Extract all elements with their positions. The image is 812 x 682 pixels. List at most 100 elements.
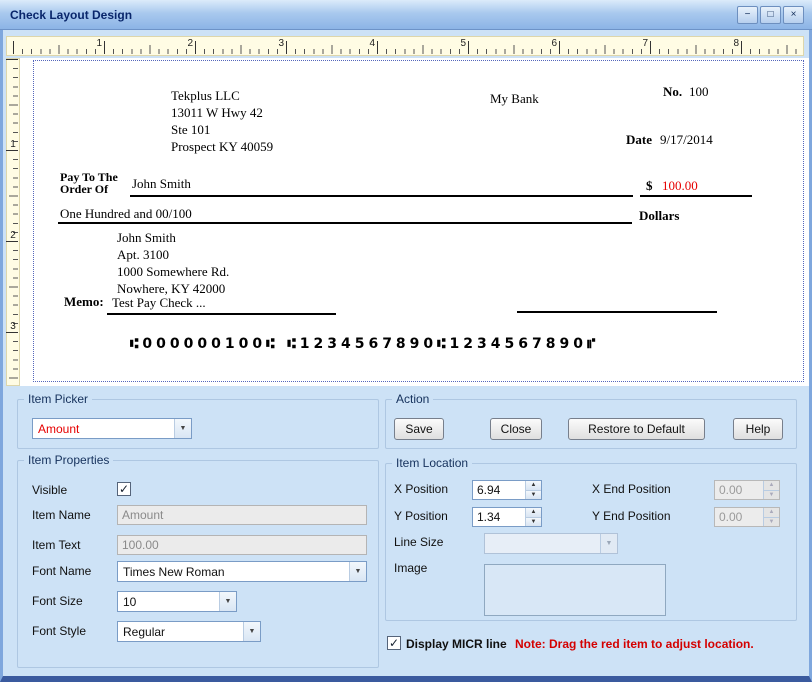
- visible-checkbox[interactable]: ✓: [117, 482, 131, 496]
- font-name-select[interactable]: Times New Roman ▼: [117, 561, 367, 582]
- font-style-select[interactable]: Regular ▼: [117, 621, 261, 642]
- ruler-number: 6: [551, 38, 557, 49]
- item-picker-group-label: Item Picker: [24, 392, 93, 406]
- visible-label: Visible: [32, 483, 68, 497]
- dollar-sign-item[interactable]: $: [646, 178, 653, 194]
- date-value-item[interactable]: 9/17/2014: [660, 132, 713, 148]
- company-name-item[interactable]: Tekplus LLC: [171, 88, 240, 104]
- spin-down-icon[interactable]: ▼: [526, 516, 541, 526]
- payee-underline-item[interactable]: [130, 195, 633, 197]
- restore-default-button[interactable]: Restore to Default: [568, 418, 705, 440]
- memo-text-item[interactable]: Test Pay Check ...: [112, 295, 206, 311]
- vertical-ruler: 1 2 3: [6, 58, 20, 386]
- amount-words-item[interactable]: One Hundred and 00/100: [60, 206, 192, 222]
- chevron-down-icon: ▼: [219, 592, 236, 611]
- amount-underline-item[interactable]: [640, 195, 752, 197]
- signature-line-item[interactable]: [517, 311, 717, 313]
- action-group-label: Action: [392, 392, 434, 406]
- company-address-item[interactable]: Ste 101: [171, 122, 210, 138]
- save-button[interactable]: Save: [394, 418, 444, 440]
- font-size-select[interactable]: 10 ▼: [117, 591, 237, 612]
- ruler-inch-ticks: [13, 41, 801, 54]
- amount-item[interactable]: 100.00: [662, 178, 698, 194]
- item-text-field[interactable]: 100.00: [117, 535, 367, 555]
- check-number-item[interactable]: 100: [689, 84, 709, 100]
- y-end-position-value: 0.00: [719, 510, 743, 524]
- ruler-number: 5: [460, 38, 466, 49]
- bank-name-item[interactable]: My Bank: [490, 91, 539, 107]
- spin-up-icon[interactable]: ▲: [526, 481, 541, 490]
- ruler-number: 3: [278, 38, 284, 49]
- spin-down-icon[interactable]: ▼: [526, 489, 541, 499]
- check-no-label[interactable]: No.: [663, 84, 682, 100]
- x-position-stepper[interactable]: 6.94 ▲ ▼: [472, 480, 542, 500]
- line-size-select: ▼: [484, 533, 618, 554]
- date-label[interactable]: Date: [626, 132, 652, 148]
- x-end-position-label: X End Position: [592, 482, 671, 496]
- item-name-field[interactable]: Amount: [117, 505, 367, 525]
- payee-address-item[interactable]: Apt. 3100: [117, 247, 169, 263]
- font-name-label: Font Name: [32, 564, 92, 578]
- chevron-down-icon: ▼: [349, 562, 366, 581]
- spin-up-icon: ▲: [764, 481, 779, 490]
- ruler-number: 4: [369, 38, 375, 49]
- ruler-number: 8: [733, 38, 739, 49]
- close-button[interactable]: ×: [783, 6, 804, 24]
- ruler-number: 2: [10, 230, 16, 241]
- window-controls: − □ ×: [737, 6, 804, 24]
- window-title: Check Layout Design: [10, 7, 133, 22]
- item-picker-select[interactable]: Amount ▼: [32, 418, 192, 439]
- dollars-label[interactable]: Dollars: [639, 208, 679, 224]
- display-micr-label: Display MICR line: [406, 637, 507, 651]
- item-location-group-label: Item Location: [392, 456, 473, 470]
- x-position-label: X Position: [394, 482, 449, 496]
- font-size-value: 10: [123, 594, 137, 609]
- minimize-button[interactable]: −: [737, 6, 758, 24]
- company-address-item[interactable]: Prospect KY 40059: [171, 139, 273, 155]
- font-size-label: Font Size: [32, 594, 83, 608]
- display-micr-checkbox[interactable]: ✓: [387, 636, 401, 650]
- ruler-number: 3: [10, 321, 16, 332]
- line-size-label: Line Size: [394, 535, 444, 549]
- font-name-value: Times New Roman: [123, 564, 225, 579]
- ruler-number: 2: [187, 38, 193, 49]
- maximize-button[interactable]: □: [760, 6, 781, 24]
- x-position-value: 6.94: [477, 483, 501, 497]
- ruler-inch-ticks: [6, 59, 18, 385]
- font-style-value: Regular: [123, 624, 166, 639]
- font-style-label: Font Style: [32, 624, 87, 638]
- item-picker-group: Item Picker Amount ▼: [17, 392, 379, 449]
- spin-up-icon[interactable]: ▲: [526, 508, 541, 517]
- pay-to-label-line2[interactable]: Order Of: [60, 182, 108, 197]
- check-layout-design-window: { "window": { "title": "Check Layout Des…: [0, 0, 812, 682]
- spin-down-icon: ▼: [764, 489, 779, 499]
- chevron-down-icon: ▼: [600, 534, 617, 553]
- y-end-position-stepper: 0.00 ▲ ▼: [714, 507, 780, 527]
- image-label: Image: [394, 561, 428, 575]
- payee-name-item[interactable]: John Smith: [132, 176, 191, 192]
- ruler-number: 1: [96, 38, 102, 49]
- spin-down-icon: ▼: [764, 516, 779, 526]
- amount-words-underline-item[interactable]: [58, 222, 632, 224]
- item-properties-group-label: Item Properties: [24, 453, 114, 467]
- x-end-position-value: 0.00: [719, 483, 743, 497]
- micr-line-item[interactable]: ⑆000000100⑆ ⑆1234567890⑆1234567890⑈: [130, 336, 599, 352]
- y-position-stepper[interactable]: 1.34 ▲ ▼: [472, 507, 542, 527]
- ruler-number: 7: [642, 38, 648, 49]
- memo-label[interactable]: Memo:: [64, 294, 104, 310]
- ruler-number: 1: [10, 139, 16, 150]
- payee-address-item[interactable]: 1000 Somewhere Rd.: [117, 264, 229, 280]
- image-box: [484, 564, 666, 616]
- note-text: Note: Drag the red item to adjust locati…: [515, 637, 754, 651]
- item-properties-group: Item Properties Visible ✓ Item Name Amou…: [17, 453, 379, 668]
- company-address-item[interactable]: 13011 W Hwy 42: [171, 105, 263, 121]
- close-button[interactable]: Close: [490, 418, 542, 440]
- help-button[interactable]: Help: [733, 418, 783, 440]
- item-location-group: Item Location X Position 6.94 ▲ ▼ X End P…: [385, 456, 797, 621]
- check-design-canvas[interactable]: Tekplus LLC 13011 W Hwy 42 Ste 101 Prosp…: [20, 58, 809, 386]
- item-picker-value: Amount: [38, 421, 80, 436]
- memo-underline-item[interactable]: [107, 313, 336, 315]
- spin-up-icon: ▲: [764, 508, 779, 517]
- item-text-label: Item Text: [32, 538, 81, 552]
- payee-address-item[interactable]: John Smith: [117, 230, 176, 246]
